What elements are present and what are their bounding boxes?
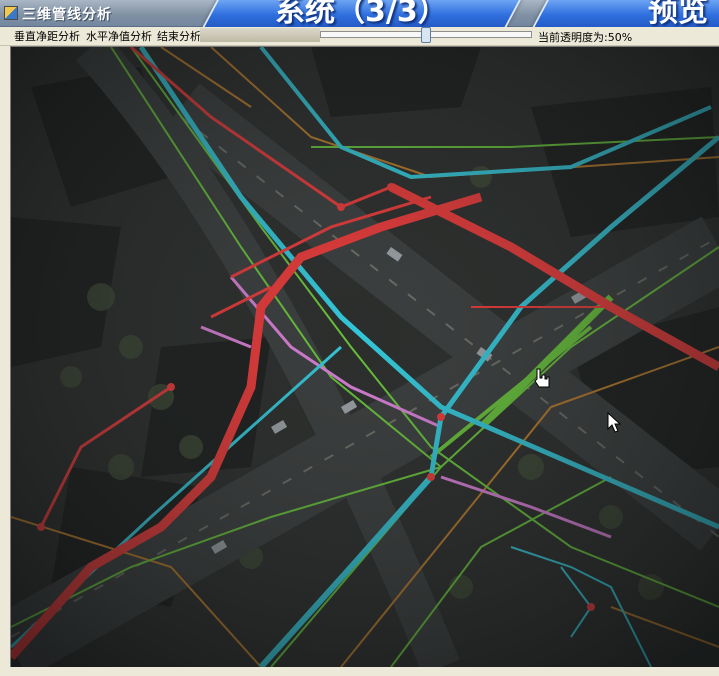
menu-obscured-area — [200, 28, 320, 42]
menu-bar: 垂直净距分析 水平净值分析 结束分析 当前透明度为:50% — [0, 27, 719, 46]
slide-banner-right-text: 预览 — [648, 0, 708, 29]
menu-end-analysis[interactable]: 结束分析 — [155, 28, 203, 44]
slide-banner-left-text: 系统（3/3） — [275, 0, 448, 29]
window-title: 三维管线分析 — [22, 7, 112, 23]
window-left-border — [0, 46, 10, 667]
menu-vertical-clearance[interactable]: 垂直净距分析 — [12, 28, 82, 44]
menu-horizontal-clearance[interactable]: 水平净值分析 — [84, 28, 154, 44]
3d-pipeline-viewport[interactable] — [10, 46, 719, 668]
app-window: 三维管线分析 系统（3/3） 预览 垂直净距分析 水平净值分析 结束分析 当前透… — [0, 0, 719, 676]
opacity-slider-thumb[interactable] — [421, 27, 431, 43]
opacity-slider[interactable] — [320, 27, 532, 43]
viewport-vignette — [11, 47, 719, 667]
window-bottom-border — [0, 667, 719, 676]
pipeline-scene[interactable] — [11, 47, 719, 667]
app-icon — [4, 6, 18, 20]
opacity-label: 当前透明度为:50% — [538, 31, 633, 44]
